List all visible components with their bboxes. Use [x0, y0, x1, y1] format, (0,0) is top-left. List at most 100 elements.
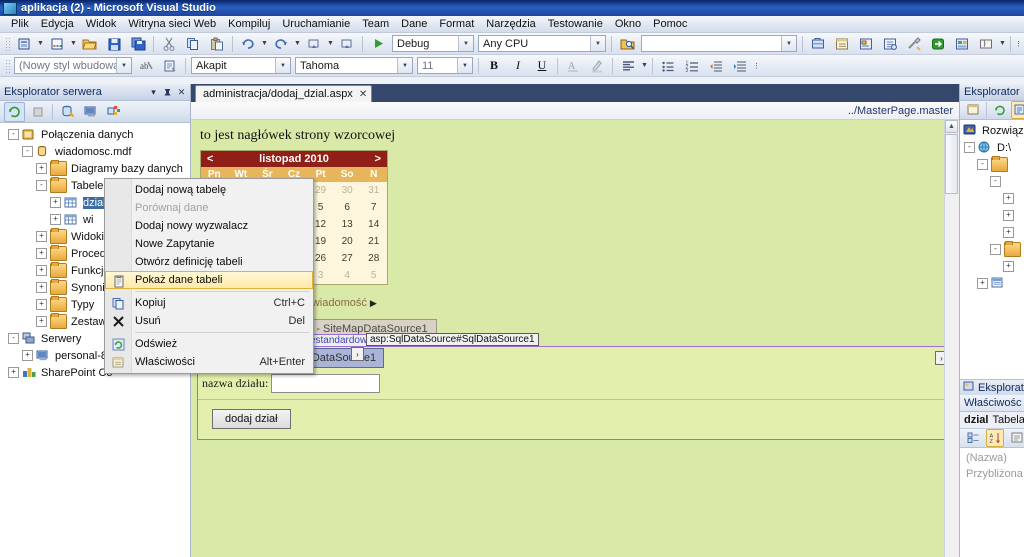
block-style-combo[interactable]: (Nowy styl wbudowany) ▼	[14, 57, 132, 74]
calendar-day[interactable]: 28	[360, 250, 387, 267]
undo-dropdown-icon[interactable]: ▼	[260, 34, 269, 53]
solution-explorer-tree[interactable]: Rozwiąz - D:\ - - + + + - + +	[960, 120, 1024, 379]
navigate-forward-icon[interactable]	[336, 33, 358, 54]
menu-item-testowanie[interactable]: Testowanie	[542, 17, 609, 31]
add-server-icon[interactable]	[103, 102, 124, 122]
menu-item-pomoc[interactable]: Pomoc	[647, 17, 693, 31]
tree-node-diagramy-bazy-danych[interactable]: + Diagramy bazy danych	[0, 160, 190, 177]
chevron-down-icon[interactable]: ▼	[397, 58, 412, 73]
solution-node[interactable]: +	[960, 207, 1024, 224]
tree-node-polaczenia-danych[interactable]: - Połączenia danych	[0, 126, 190, 143]
navigate-back-dropdown-icon[interactable]: ▼	[326, 34, 335, 53]
alphabetical-icon[interactable]: AZ	[986, 429, 1004, 447]
redo-icon[interactable]	[270, 33, 292, 54]
chevron-down-icon[interactable]: ▼	[781, 36, 796, 51]
close-icon[interactable]: ✕	[175, 86, 188, 99]
menu-item-witryna-sieci-web[interactable]: Witryna sieci Web	[122, 17, 222, 31]
solution-node[interactable]: +	[960, 190, 1024, 207]
expander-icon[interactable]: +	[36, 299, 47, 310]
expander-icon[interactable]: +	[36, 282, 47, 293]
redo-dropdown-icon[interactable]: ▼	[293, 34, 302, 53]
context-menu-item-dodaj-nowa-tabele[interactable]: Dodaj nową tabelę	[105, 181, 313, 199]
refresh-icon[interactable]	[4, 101, 25, 122]
expander-icon[interactable]: +	[36, 316, 47, 327]
solution-platform-combo[interactable]: Any CPU ▼	[478, 35, 606, 52]
solution-explorer-icon[interactable]	[855, 33, 877, 54]
solution-node[interactable]: +	[960, 258, 1024, 275]
menu-item-dane[interactable]: Dane	[395, 17, 433, 31]
navigate-back-icon[interactable]	[303, 33, 325, 54]
properties-page-icon[interactable]	[1008, 429, 1024, 447]
solution-node[interactable]: -	[960, 173, 1024, 190]
expander-icon[interactable]: -	[8, 129, 19, 140]
scrollbar-thumb[interactable]	[945, 134, 958, 194]
close-icon[interactable]: ✕	[359, 89, 367, 100]
expander-icon[interactable]: +	[1003, 210, 1014, 221]
calendar-day[interactable]: 31	[360, 182, 387, 199]
start-debugging-icon[interactable]	[367, 33, 389, 54]
expander-icon[interactable]: +	[977, 278, 988, 289]
solution-node[interactable]: -	[960, 156, 1024, 173]
property-row[interactable]: (Nazwa)	[960, 450, 1024, 466]
align-dropdown-icon[interactable]: ▼	[640, 56, 649, 75]
design-vertical-scrollbar[interactable]: ▲	[944, 120, 959, 557]
refresh-icon[interactable]	[991, 101, 1009, 119]
connect-to-server-icon[interactable]	[80, 102, 101, 122]
nazwa-dzialu-input[interactable]	[271, 374, 381, 393]
expander-icon[interactable]: +	[8, 367, 19, 378]
expander-icon[interactable]: +	[22, 350, 33, 361]
align-left-icon[interactable]	[617, 55, 639, 76]
toolbar-options-icon[interactable]: ⋮	[752, 56, 761, 75]
calendar-next-link[interactable]: >	[375, 153, 381, 165]
expander-icon[interactable]: -	[964, 142, 975, 153]
block-format-combo[interactable]: Akapit ▼	[191, 57, 291, 74]
calendar-day[interactable]: 13	[334, 216, 361, 233]
new-project-icon[interactable]	[13, 33, 35, 54]
calendar-day[interactable]: 6	[334, 199, 361, 216]
menu-item-kompiluj[interactable]: Kompiluj	[222, 17, 276, 31]
document-tab-dodaj-dzial[interactable]: administracja/dodaj_dzial.aspx ✕	[195, 85, 373, 102]
background-color-icon[interactable]	[586, 55, 608, 76]
context-menu-item-dodaj-nowy-wyzwalacz[interactable]: Dodaj nowy wyzwalacz	[105, 217, 313, 235]
copy-icon[interactable]	[182, 33, 204, 54]
attach-style-sheet-icon[interactable]	[159, 55, 181, 76]
paste-icon[interactable]	[206, 33, 228, 54]
properties-icon[interactable]	[964, 101, 982, 119]
chevron-down-icon[interactable]: ▼	[116, 58, 131, 73]
calendar-day[interactable]: 27	[334, 250, 361, 267]
find-combo[interactable]: ▼	[641, 35, 797, 52]
expander-icon[interactable]: +	[1003, 193, 1014, 204]
table-context-menu[interactable]: Dodaj nową tabelę Porównaj dane Dodaj no…	[104, 178, 314, 374]
toolbar-grip[interactable]	[4, 35, 10, 52]
expander-icon[interactable]: -	[22, 146, 33, 157]
undo-icon[interactable]	[237, 33, 259, 54]
menu-item-format[interactable]: Format	[433, 17, 480, 31]
tree-node-wiadomosc-mdf[interactable]: - wiadomosc.mdf	[0, 143, 190, 160]
calendar-prev-link[interactable]: <	[207, 153, 213, 165]
expander-icon[interactable]: +	[36, 231, 47, 242]
solution-project-node[interactable]: - D:\	[960, 139, 1024, 156]
expander-icon[interactable]: +	[36, 248, 47, 259]
toolbar-overflow-icon[interactable]: ▼	[998, 34, 1007, 53]
bullets-icon[interactable]	[657, 55, 679, 76]
connect-to-database-icon[interactable]	[57, 102, 78, 122]
expander-icon[interactable]: -	[36, 180, 47, 191]
add-new-item-icon[interactable]	[46, 33, 68, 54]
chevron-down-icon[interactable]: ▾	[147, 86, 160, 99]
calendar-day[interactable]: 7	[360, 199, 387, 216]
chevron-down-icon[interactable]: ▼	[275, 58, 290, 73]
menu-item-uruchamianie[interactable]: Uruchamianie	[276, 17, 356, 31]
context-menu-item-nowe-zapytanie[interactable]: Nowe Zapytanie	[105, 235, 313, 253]
solution-root-node[interactable]: Rozwiąz	[960, 122, 1024, 139]
menu-item-narzedzia[interactable]: Narzędzia	[480, 17, 542, 31]
calendar-day[interactable]: 14	[360, 216, 387, 233]
style-application-icon[interactable]: ab	[135, 55, 157, 76]
chevron-down-icon[interactable]: ▼	[457, 58, 472, 73]
bold-button[interactable]: B	[483, 55, 505, 76]
expander-icon[interactable]: -	[990, 244, 1001, 255]
context-menu-item-odswiez[interactable]: Odśwież	[105, 335, 313, 353]
save-icon[interactable]	[103, 33, 125, 54]
tools-icon[interactable]	[903, 33, 925, 54]
solution-node[interactable]: -	[960, 241, 1024, 258]
expander-icon[interactable]: +	[50, 214, 61, 225]
